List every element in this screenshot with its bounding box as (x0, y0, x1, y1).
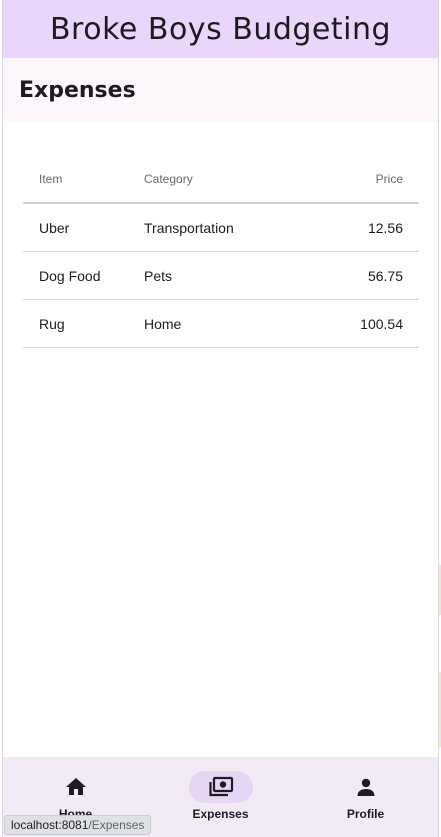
app-title: Broke Boys Budgeting (49, 11, 392, 47)
status-bar-url: localhost:8081/Expenses (4, 815, 152, 835)
cell-item: Dog Food (39, 267, 101, 284)
cell-item: Rug (39, 315, 65, 332)
cell-price: 56.75 (367, 267, 403, 284)
nav-indicator (334, 771, 398, 803)
home-icon (65, 778, 86, 795)
table-row[interactable]: Rug Home 100.54 (23, 300, 419, 348)
status-url-path: /Expenses (88, 818, 145, 832)
cell-price: 100.54 (360, 315, 403, 332)
person-icon (357, 778, 374, 796)
cell-item: Uber (39, 219, 70, 236)
nav-item-expenses[interactable]: Expenses (166, 771, 276, 821)
nav-item-home[interactable]: Home (21, 771, 131, 821)
column-header-price[interactable]: Price (294, 172, 419, 186)
app-bar: Broke Boys Budgeting (3, 0, 438, 58)
cell-category: Pets (144, 267, 173, 284)
table-header-row: Item Category Price (23, 155, 419, 204)
nav-label-profile: Profile (346, 807, 385, 821)
status-url-host: localhost:8081 (11, 818, 89, 832)
expenses-table: Item Category Price Uber Transportation … (23, 155, 419, 348)
section-header: Expenses (3, 58, 438, 122)
cell-category: Home (144, 315, 182, 332)
nav-indicator (44, 771, 108, 803)
cell-category: Transportation (144, 219, 234, 236)
cell-price: 12.56 (367, 219, 403, 236)
table-row[interactable]: Uber Transportation 12.56 (23, 204, 419, 252)
nav-indicator-active (188, 771, 253, 803)
page-title: Expenses (19, 77, 136, 103)
table-row[interactable]: Dog Food Pets 56.75 (23, 252, 419, 300)
nav-item-profile[interactable]: Profile (311, 771, 421, 821)
nav-label-expenses: Expenses (192, 807, 249, 821)
column-header-category[interactable]: Category (144, 172, 294, 186)
app-frame: Broke Boys Budgeting Expenses Item Categ… (2, 0, 439, 837)
money-icon (208, 776, 233, 797)
column-header-item[interactable]: Item (23, 172, 144, 186)
